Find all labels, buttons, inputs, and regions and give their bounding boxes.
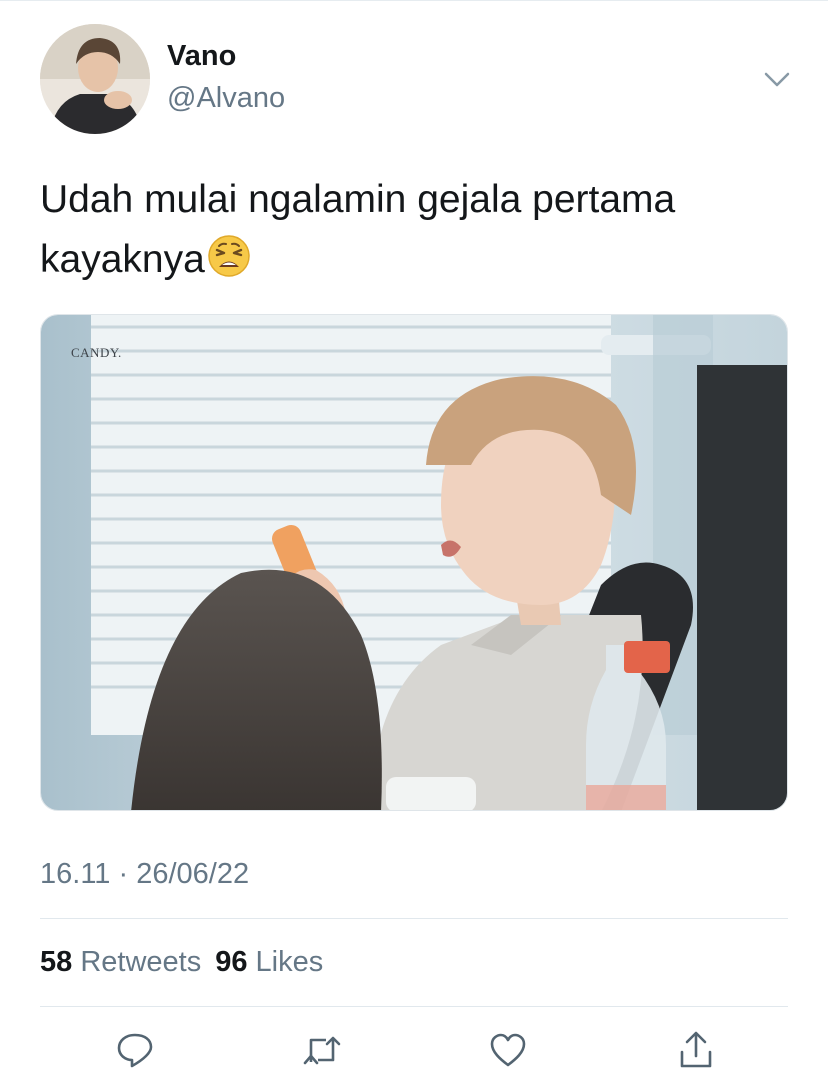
divider <box>40 1006 788 1007</box>
display-name[interactable]: Vano <box>167 40 236 73</box>
engagement-stats: 58 Retweets 96 Likes <box>40 946 323 979</box>
like-count: 96 <box>215 946 248 978</box>
divider <box>40 918 788 919</box>
share-button[interactable] <box>676 1030 716 1070</box>
tweet-header: Vano @Alvano <box>40 24 800 134</box>
media-watermark: CANDY. <box>71 345 122 360</box>
retweet-label: Retweets <box>80 946 202 978</box>
retweet-stat[interactable]: 58 Retweets <box>40 946 201 978</box>
retweet-arrows-icon <box>303 1036 341 1065</box>
heart-icon <box>490 1033 526 1067</box>
chevron-down-icon[interactable] <box>762 70 792 90</box>
tweet-text: Udah mulai ngalamin gejala pertama kayak… <box>40 170 790 290</box>
share-upload-icon <box>680 1031 712 1068</box>
tweet-timestamp[interactable]: 16.11 · 26/06/22 <box>40 858 249 891</box>
like-button[interactable] <box>488 1030 528 1070</box>
like-label: Likes <box>255 946 324 978</box>
retweet-count: 58 <box>40 946 73 978</box>
like-stat[interactable]: 96 Likes <box>215 946 323 978</box>
retweet-button[interactable] <box>302 1030 342 1070</box>
reply-button[interactable] <box>115 1030 155 1070</box>
top-divider <box>0 0 828 1</box>
speech-bubble-icon <box>117 1033 153 1068</box>
avatar[interactable] <box>40 24 150 134</box>
weary-face-emoji-icon <box>207 234 251 278</box>
tweet-media-image[interactable]: CANDY. <box>40 314 788 811</box>
user-handle[interactable]: @Alvano <box>167 82 285 115</box>
tweet-body: Udah mulai ngalamin gejala pertama kayak… <box>40 178 676 281</box>
action-bar <box>40 1030 788 1070</box>
